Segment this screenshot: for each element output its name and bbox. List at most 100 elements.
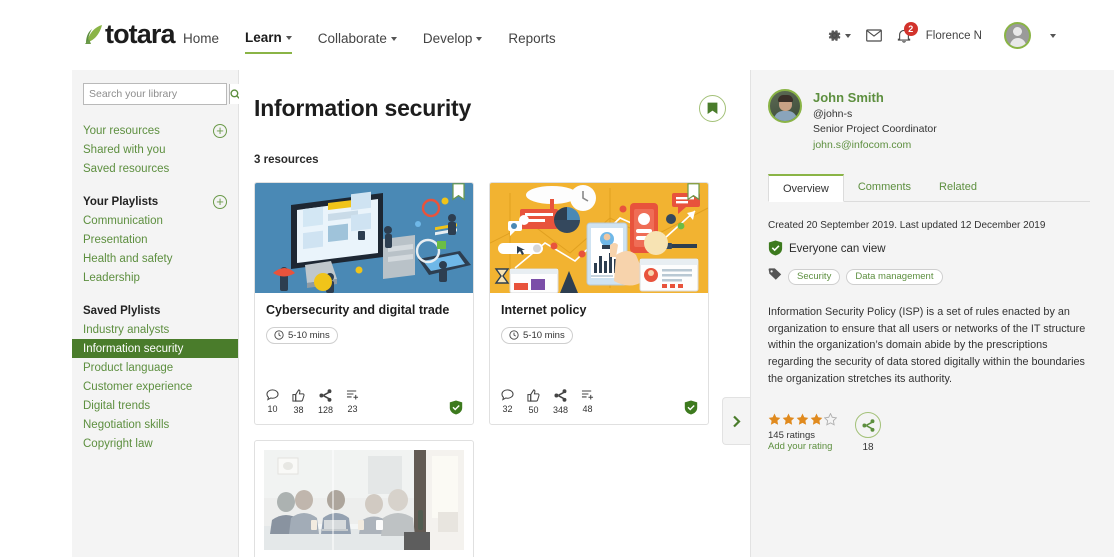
sidebar-item-label: Copyright law	[83, 437, 153, 450]
playlists-heading: Your Playlists	[83, 195, 159, 208]
sidebar-item-negotiation-skills[interactable]: Negotiation skills	[72, 415, 238, 434]
sidebar-item-customer-experience[interactable]: Customer experience	[72, 377, 238, 396]
rating-section: 145 ratings Add your rating 18	[768, 412, 1090, 453]
add-rating-link[interactable]: Add your rating	[768, 441, 837, 452]
visibility-label: Everyone can view	[789, 243, 886, 256]
public-shield-icon	[684, 400, 698, 415]
metadata-dates: Created 20 September 2019. Last updated …	[768, 219, 1046, 231]
nav-item-develop[interactable]: Develop	[423, 31, 483, 53]
bell-icon[interactable]: 2	[897, 21, 918, 44]
brand-name: totara	[105, 19, 176, 49]
sidebar-item-product-language[interactable]: Product language	[72, 358, 238, 377]
author-handle: @john-s	[813, 107, 853, 120]
tab-comments[interactable]: Comments	[844, 174, 925, 202]
chevron-down-icon	[285, 36, 292, 41]
stat-value: 23	[347, 404, 358, 415]
resource-card[interactable]: Cybersecurity and digital trade 5-10 min…	[254, 182, 474, 426]
sidebar-item-leadership[interactable]: Leadership	[72, 268, 238, 287]
comment-stat[interactable]: 10	[266, 389, 279, 415]
bookmark-outline-icon[interactable]	[687, 183, 700, 201]
share-block: 18	[855, 412, 881, 453]
gear-icon[interactable]	[827, 28, 851, 43]
like-icon	[527, 389, 540, 402]
add-to-playlist-stat[interactable]: 23	[346, 389, 359, 415]
card-title: Internet policy	[501, 303, 587, 317]
like-stat[interactable]: 50	[527, 389, 540, 415]
chevron-down-icon	[476, 37, 483, 42]
duration-pill: 5-10 mins	[501, 326, 573, 344]
leaf-logo-icon	[84, 23, 104, 45]
chevron-down-icon[interactable]	[1050, 33, 1056, 38]
tag-chip[interactable]: Security	[788, 268, 841, 285]
bookmark-outline-icon[interactable]	[452, 183, 465, 201]
tab-label: Overview	[783, 182, 829, 195]
sidebar-item-label: Shared with you	[83, 143, 166, 156]
share-stat[interactable]: 348	[553, 389, 568, 415]
avatar[interactable]	[1004, 22, 1031, 49]
detail-tabs: Overview Comments Related	[768, 173, 1090, 202]
brand-logo[interactable]: totara	[84, 19, 176, 49]
card-stats: 32 50 348 48	[501, 389, 594, 415]
sidebar-item-your-resources[interactable]: Your resources +	[72, 121, 238, 140]
sidebar-item-health-and-safety[interactable]: Health and safety	[72, 249, 238, 268]
avatar[interactable]	[768, 89, 802, 123]
user-name-label: Florence N	[925, 29, 982, 42]
stat-value: 38	[293, 405, 304, 416]
add-playlist-button[interactable]: +	[213, 194, 227, 209]
nav-label: Home	[183, 31, 220, 46]
page-title: Information security	[254, 95, 472, 121]
sidebar-item-label: Your resources	[83, 124, 160, 137]
search-input[interactable]	[84, 84, 229, 104]
sidebar-item-communication[interactable]: Communication	[72, 211, 238, 230]
tab-label: Related	[939, 180, 977, 193]
author-email[interactable]: john.s@infocom.com	[813, 138, 937, 154]
card-thumbnail-meeting-room	[264, 450, 464, 551]
sidebar-item-copyright-law[interactable]: Copyright law	[72, 434, 238, 453]
nav-item-learn[interactable]: Learn	[245, 30, 292, 54]
panel-collapse-toggle[interactable]	[722, 397, 750, 445]
add-resource-button[interactable]: +	[213, 123, 227, 138]
comment-icon	[266, 389, 279, 401]
share-button[interactable]	[855, 412, 881, 439]
share-icon	[861, 419, 874, 432]
resource-card[interactable]: Internet policy 5-10 mins 32 50 348 48	[489, 182, 709, 426]
sidebar-item-digital-trends[interactable]: Digital trends	[72, 396, 238, 415]
sidebar-item-saved-resources[interactable]: Saved resources	[72, 159, 238, 178]
card-thumbnail-cybersecurity	[255, 183, 473, 293]
star-rating[interactable]	[768, 413, 837, 427]
playlists-group: Your Playlists + Communication Presentat…	[72, 192, 238, 287]
resource-card[interactable]	[254, 440, 474, 557]
sidebar-item-shared-with-you[interactable]: Shared with you	[72, 140, 238, 159]
nav-item-reports[interactable]: Reports	[508, 31, 555, 53]
main-nav: Home Learn Collaborate Develop Reports	[183, 30, 556, 54]
clock-icon	[509, 330, 519, 340]
card-thumbnail-internet-policy	[490, 183, 708, 293]
add-to-playlist-stat[interactable]: 48	[581, 389, 594, 415]
sidebar-item-presentation[interactable]: Presentation	[72, 230, 238, 249]
author-name[interactable]: John Smith	[813, 89, 937, 107]
sidebar-item-information-security[interactable]: Information security	[72, 339, 238, 358]
author-profile: John Smith @john-s Senior Project Coordi…	[768, 89, 1090, 154]
star-filled-icon	[768, 414, 781, 426]
tab-overview[interactable]: Overview	[768, 173, 844, 202]
envelope-icon[interactable]	[865, 29, 882, 42]
tab-related[interactable]: Related	[925, 174, 991, 202]
like-stat[interactable]: 38	[292, 389, 305, 415]
bookmark-icon[interactable]	[699, 95, 726, 122]
comment-stat[interactable]: 32	[501, 389, 514, 415]
public-shield-icon	[449, 400, 463, 415]
nav-item-collaborate[interactable]: Collaborate	[318, 31, 397, 53]
sidebar-item-label: Digital trends	[83, 399, 151, 412]
user-avatar-icon	[1013, 27, 1022, 36]
sidebar-item-label: Industry analysts	[83, 323, 170, 336]
avatar-body	[1009, 38, 1026, 47]
nav-item-home[interactable]: Home	[183, 31, 219, 53]
ratings-count: 145 ratings	[768, 430, 816, 442]
sidebar-item-label: Negotiation skills	[83, 418, 170, 431]
rating-block: 145 ratings Add your rating	[768, 413, 837, 452]
share-stat[interactable]: 128	[318, 389, 333, 415]
resources-group: Your resources + Shared with you Saved r…	[72, 121, 238, 178]
star-filled-icon	[796, 414, 809, 426]
sidebar-item-industry-analysts[interactable]: Industry analysts	[72, 320, 238, 339]
tag-chip[interactable]: Data management	[846, 268, 943, 285]
